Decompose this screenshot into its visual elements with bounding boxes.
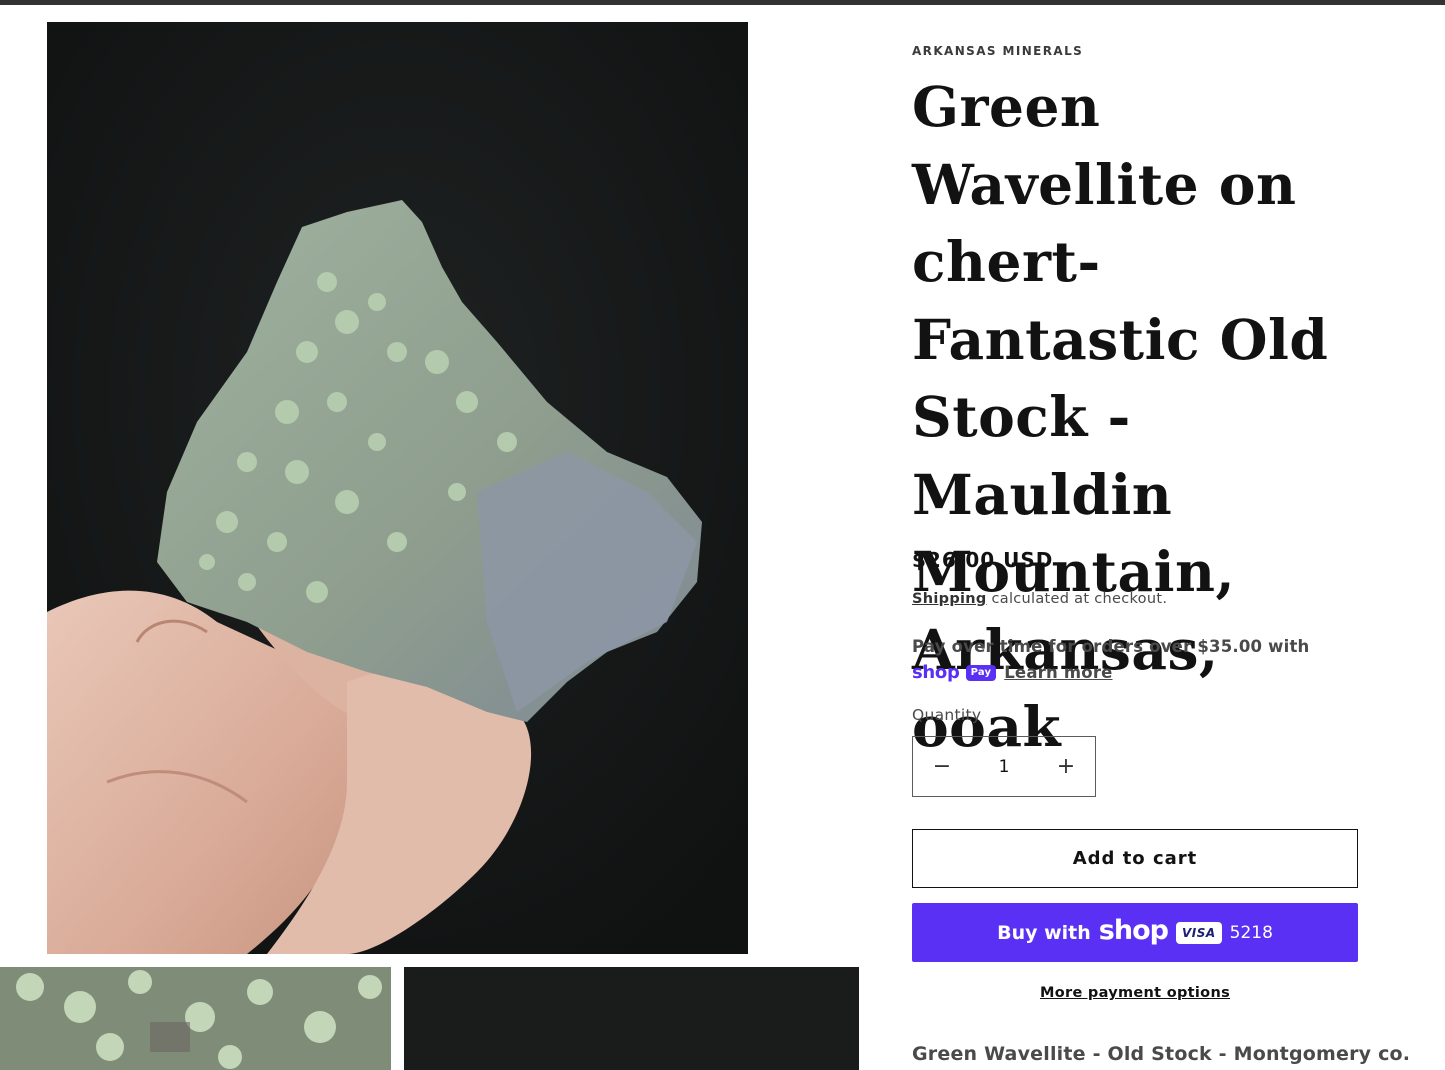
quantity-label: Quantity xyxy=(912,706,982,724)
quantity-stepper: − + xyxy=(912,736,1096,797)
more-payment-options-link[interactable]: More payment options xyxy=(1040,985,1230,1001)
buy-with-label: Buy with xyxy=(997,921,1091,944)
add-to-cart-button[interactable]: Add to cart xyxy=(912,829,1358,888)
product-main-image[interactable] xyxy=(47,22,748,954)
installments-text: Pay over time for orders over $35.00 wit… xyxy=(912,637,1310,656)
shipping-note: Shipping calculated at checkout. xyxy=(912,591,1167,607)
shop-pay-logo: shop xyxy=(912,662,960,683)
product-thumbnail[interactable] xyxy=(0,967,391,1070)
product-thumbnail[interactable] xyxy=(404,967,859,1070)
quantity-input[interactable] xyxy=(972,755,1036,778)
card-last-four: 5218 xyxy=(1229,922,1273,943)
decrease-quantity-button[interactable]: − xyxy=(913,737,971,796)
shipping-text: calculated at checkout. xyxy=(986,591,1168,607)
pay-pill: Pay xyxy=(965,665,997,681)
installments-banner: Pay over time for orders over $35.00 wit… xyxy=(912,634,1372,686)
learn-more-link[interactable]: Learn more xyxy=(1004,660,1112,686)
plus-icon: + xyxy=(1056,754,1076,779)
more-payment-options: More payment options xyxy=(912,985,1358,1001)
shop-pay-logo: shop xyxy=(1098,915,1169,946)
buy-with-shop-pay-button[interactable]: Buy with shop VISA 5218 xyxy=(912,903,1358,962)
shipping-link[interactable]: Shipping xyxy=(912,591,987,607)
product-price: $26.00 USD xyxy=(912,548,1054,572)
product-description: Green Wavellite - Old Stock - Montgomery… xyxy=(912,1043,1411,1065)
increase-quantity-button[interactable]: + xyxy=(1037,737,1095,796)
vendor-name: ARKANSAS MINERALS xyxy=(912,44,1084,58)
visa-card-icon: VISA xyxy=(1175,921,1222,944)
minus-icon: − xyxy=(932,754,952,779)
top-bar xyxy=(0,0,1445,5)
